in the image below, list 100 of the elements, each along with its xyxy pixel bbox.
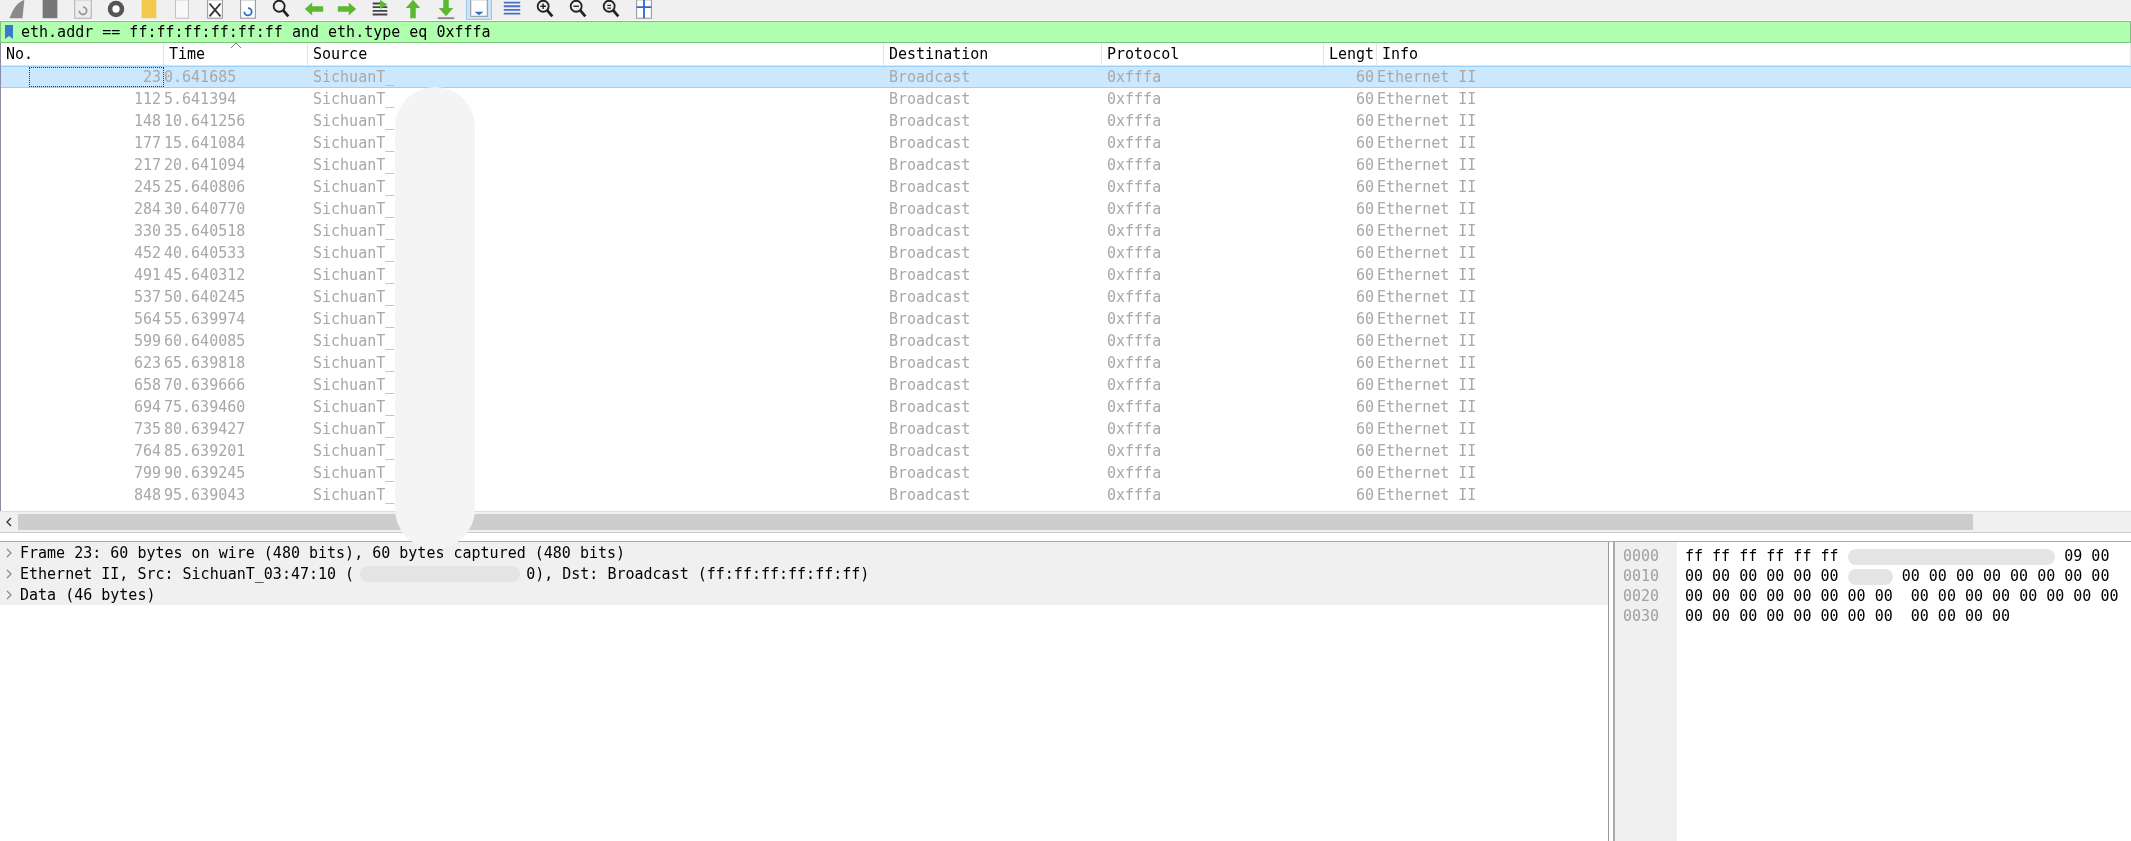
autoscroll-icon[interactable] bbox=[468, 0, 490, 19]
table-cell-text: 537 bbox=[133, 287, 162, 308]
packet-row[interactable]: 23 0.641685 SichuanT_ Broadcast 0xfffa 60 Ethernet II bbox=[1, 66, 2131, 88]
packet-row[interactable]: 599 60.640085 SichuanT_ Broadcast 0xfffa 60 Ethernet II bbox=[1, 330, 2131, 352]
packet-row[interactable]: 217 20.641094 SichuanT_ Broadcast 0xfffa 60 Ethernet II bbox=[1, 154, 2131, 176]
bookmark-icon[interactable] bbox=[4, 25, 14, 39]
table-cell-text: 60 bbox=[1354, 331, 1375, 352]
column-header[interactable]: Lengt bbox=[1324, 43, 1377, 65]
table-cell-text: Broadcast bbox=[888, 331, 972, 352]
table-cell-text: SichuanT_ bbox=[312, 463, 396, 484]
packet-row[interactable]: 735 80.639427 SichuanT_ Broadcast 0xfffa 60 Ethernet II bbox=[1, 418, 2131, 440]
table-cell-text: Ethernet II bbox=[1377, 419, 1477, 440]
table-cell-text: 0xfffa bbox=[1106, 199, 1163, 220]
column-header[interactable]: Protocol bbox=[1102, 43, 1324, 65]
table-cell-text: 60 bbox=[1354, 243, 1375, 264]
table-cell-text: 60 bbox=[1354, 133, 1375, 154]
table-cell-text: 0xfffa bbox=[1106, 309, 1163, 330]
table-cell-text: 60 bbox=[1354, 419, 1375, 440]
packet-row[interactable]: 848 95.639043 SichuanT_ Broadcast 0xfffa 60 Ethernet II bbox=[1, 484, 2131, 506]
packet-row[interactable]: 112 5.641394 SichuanT_ Broadcast 0xfffa 60 Ethernet II bbox=[1, 88, 2131, 110]
table-cell-text: 35.640518 bbox=[164, 221, 247, 242]
search-icon[interactable] bbox=[270, 0, 292, 20]
packet-row[interactable]: 694 75.639460 SichuanT_ Broadcast 0xfffa 60 Ethernet II bbox=[1, 396, 2131, 418]
table-cell-text: Broadcast bbox=[888, 89, 972, 110]
table-cell-text: 0xfffa bbox=[1106, 265, 1163, 286]
table-cell-text: 491 bbox=[133, 265, 162, 286]
table-cell-text: Broadcast bbox=[888, 221, 972, 242]
packet-row[interactable]: 330 35.640518 SichuanT_ Broadcast 0xfffa 60 Ethernet II bbox=[1, 220, 2131, 242]
table-cell-text: SichuanT_ bbox=[312, 89, 396, 110]
table-cell-text: Broadcast bbox=[888, 353, 972, 374]
table-cell-text: 599 bbox=[133, 331, 162, 352]
table-cell-text: 75.639460 bbox=[164, 397, 247, 418]
table-cell-text: Ethernet II bbox=[1377, 199, 1477, 220]
table-cell-text: 0xfffa bbox=[1106, 375, 1163, 396]
horizontal-scrollbar[interactable] bbox=[0, 511, 2131, 533]
packet-row[interactable]: 658 70.639666 SichuanT_ Broadcast 0xfffa 60 Ethernet II bbox=[1, 374, 2131, 396]
display-filter-field[interactable]: eth.addr == ff:ff:ff:ff:ff:ff and eth.type eq 0xfffa bbox=[0, 21, 2131, 43]
table-cell-text: 15.641084 bbox=[164, 133, 247, 154]
table-cell-text: 148 bbox=[133, 111, 162, 132]
table-cell-text: Ethernet II bbox=[1377, 287, 1477, 308]
table-cell-text: 0xfffa bbox=[1106, 463, 1163, 484]
table-cell-text: SichuanT_ bbox=[312, 485, 396, 506]
table-cell-text: 0xfffa bbox=[1106, 133, 1163, 154]
reload-icon[interactable] bbox=[237, 0, 259, 20]
table-cell-text: 0xfffa bbox=[1106, 397, 1163, 418]
packet-row[interactable]: 284 30.640770 SichuanT_ Broadcast 0xfffa 60 Ethernet II bbox=[1, 198, 2131, 220]
table-cell-text: 0xfffa bbox=[1106, 485, 1163, 506]
packet-row[interactable]: 623 65.639818 SichuanT_ Broadcast 0xfffa 60 Ethernet II bbox=[1, 352, 2131, 374]
table-cell-text: 90.639245 bbox=[164, 463, 247, 484]
table-cell-text: 0xfffa bbox=[1106, 155, 1163, 176]
column-header[interactable]: Source bbox=[308, 43, 884, 65]
column-header[interactable]: Time bbox=[164, 43, 308, 65]
table-cell-text: 0xfffa bbox=[1106, 243, 1163, 264]
table-cell-text: 0xfffa bbox=[1106, 89, 1163, 110]
resize-columns-icon[interactable] bbox=[633, 0, 655, 20]
packet-row[interactable]: 799 90.639245 SichuanT_ Broadcast 0xfffa 60 Ethernet II bbox=[1, 462, 2131, 484]
table-cell-text: Ethernet II bbox=[1377, 177, 1477, 198]
table-cell-text: 60 bbox=[1354, 397, 1375, 418]
packet-row[interactable]: 148 10.641256 SichuanT_ Broadcast 0xfffa 60 Ethernet II bbox=[1, 110, 2131, 132]
table-cell-text: Ethernet II bbox=[1377, 441, 1477, 462]
table-cell-text: Broadcast bbox=[888, 265, 972, 286]
packet-row[interactable]: 537 50.640245 SichuanT_ Broadcast 0xfffa 60 Ethernet II bbox=[1, 286, 2131, 308]
column-header[interactable]: Destination bbox=[884, 43, 1102, 65]
packet-row[interactable]: 764 85.639201 SichuanT_ Broadcast 0xfffa 60 Ethernet II bbox=[1, 440, 2131, 462]
table-cell-text: 60 bbox=[1354, 155, 1375, 176]
table-cell-text: SichuanT_ bbox=[312, 177, 396, 198]
scroll-left-icon[interactable] bbox=[5, 517, 13, 527]
table-cell-text: 80.639427 bbox=[164, 419, 247, 440]
packet-row[interactable]: 452 40.640533 SichuanT_ Broadcast 0xfffa 60 Ethernet II bbox=[1, 242, 2131, 264]
zoom-out-icon[interactable] bbox=[567, 0, 589, 20]
table-cell-text: Broadcast bbox=[888, 111, 972, 132]
table-cell-text: Ethernet II bbox=[1377, 243, 1477, 264]
tree-item-text[interactable]: 0), Dst: Broadcast (ff:ff:ff:ff:ff:ff) bbox=[526, 564, 870, 583]
column-header[interactable]: Info bbox=[1377, 43, 2131, 65]
table-cell-text: 564 bbox=[133, 309, 162, 330]
packet-row[interactable]: 245 25.640806 SichuanT_ Broadcast 0xfffa 60 Ethernet II bbox=[1, 176, 2131, 198]
hex-bytes: 00 00 00 00 00 00 00 00 bbox=[1901, 567, 2110, 585]
tree-item-text[interactable]: Data (46 bytes) bbox=[20, 585, 156, 604]
table-cell-text: 60 bbox=[1354, 353, 1375, 374]
table-cell-text: Ethernet II bbox=[1377, 397, 1477, 418]
zoom-reset-icon[interactable] bbox=[600, 0, 622, 20]
packet-row[interactable]: 564 55.639974 SichuanT_ Broadcast 0xfffa 60 Ethernet II bbox=[1, 308, 2131, 330]
zoom-in-icon[interactable] bbox=[534, 0, 556, 20]
table-cell-text: Ethernet II bbox=[1377, 265, 1477, 286]
tree-item-text[interactable]: Ethernet II, Src: SichuanT_03:47:10 ( bbox=[20, 564, 355, 583]
column-header[interactable]: No. bbox=[1, 43, 164, 65]
table-cell-text: 0xfffa bbox=[1106, 111, 1163, 132]
table-cell-text: SichuanT_ bbox=[312, 309, 396, 330]
packet-row[interactable]: 491 45.640312 SichuanT_ Broadcast 0xfffa 60 Ethernet II bbox=[1, 264, 2131, 286]
redaction-blur bbox=[1847, 568, 1893, 585]
table-cell-text: 60.640085 bbox=[164, 331, 247, 352]
table-cell-text: 45.640312 bbox=[164, 265, 247, 286]
close-icon[interactable] bbox=[204, 0, 226, 20]
arrow-down-icon[interactable] bbox=[435, 0, 457, 20]
restart-icon[interactable] bbox=[72, 0, 94, 20]
packet-row[interactable]: 177 15.641084 SichuanT_ Broadcast 0xfffa 60 Ethernet II bbox=[1, 132, 2131, 154]
byte-offset: 0010 bbox=[1623, 566, 1661, 586]
table-cell-text: 764 bbox=[133, 441, 162, 462]
table-cell-text: 60 bbox=[1354, 89, 1375, 110]
settings-icon[interactable] bbox=[105, 0, 127, 20]
